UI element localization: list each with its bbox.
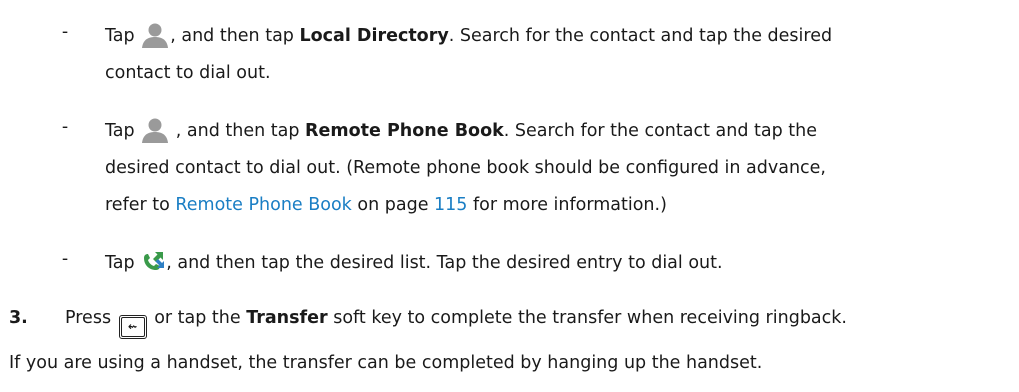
call-history-icon <box>140 249 166 282</box>
bullet-1-line-1: Tap , and then tap Local Directory. Sear… <box>105 22 832 55</box>
bullet-2-line-3: refer to Remote Phone Book on page 115 f… <box>105 195 667 215</box>
remote-phone-book-link[interactable]: Remote Phone Book <box>175 195 351 215</box>
bullet-dash: - <box>61 117 69 137</box>
bullet-dash: - <box>61 22 69 42</box>
remote-phone-book-label: Remote Phone Book <box>305 121 504 141</box>
local-directory-label: Local Directory <box>299 26 449 46</box>
bullet-dash: - <box>61 249 69 269</box>
bullet-2-line-1: Tap , and then tap Remote Phone Book. Se… <box>105 117 817 150</box>
page-115-link[interactable]: 115 <box>434 195 467 215</box>
contact-person-icon <box>140 22 170 55</box>
bullet-3-line-1: Tap , and then tap the desired list. Tap… <box>105 249 723 282</box>
transfer-label: Transfer <box>246 308 328 328</box>
footer-paragraph: If you are using a handset, the transfer… <box>9 353 763 373</box>
bullet-2-line-2: desired contact to dial out. (Remote pho… <box>105 158 826 178</box>
step-3-text: Press ⇜ or tap the Transfer soft key to … <box>65 306 847 339</box>
contact-person-icon <box>140 117 170 150</box>
bullet-1-line-2: contact to dial out. <box>105 63 271 83</box>
step-number: 3. <box>9 308 28 328</box>
transfer-key-icon: ⇜ <box>118 314 147 339</box>
